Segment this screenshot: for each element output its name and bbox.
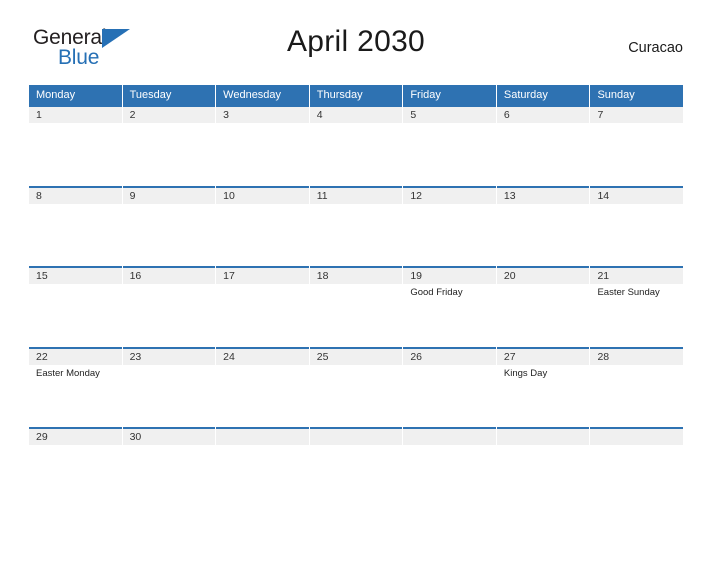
calendar-day-cell[interactable]: 2 [122,105,216,186]
page-header: General Blue April 2030 Curacao [29,22,683,78]
day-number: 29 [29,429,122,445]
day-event-list: Easter Sunday [590,284,683,299]
calendar-body: 1 2 3 4 5 6 7 8 9 10 11 12 13 14 15 16 17 18 19 Good Friday… [29,105,684,467]
day-number: 12 [403,187,496,204]
calendar-day-cell[interactable]: 4 [309,105,403,186]
calendar-day-cell[interactable]: 1 [29,105,122,186]
calendar-week-row: 8 9 10 11 12 13 14 [29,185,684,266]
day-number: 28 [590,348,684,365]
calendar-day-cell[interactable]: 21 Easter Sunday [590,266,684,347]
day-number: 21 [590,268,684,284]
calendar-day-cell[interactable]: 19 Good Friday [403,266,496,347]
page-title: April 2030 [286,25,426,58]
calendar-day-cell[interactable]: 11 [309,185,403,266]
day-number: 1 [29,107,122,123]
day-event-list: Kings Day [497,365,590,380]
calendar-day-cell[interactable]: 13 [496,185,590,266]
day-number: 6 [496,107,590,123]
day-number: 22 [29,348,122,365]
grid-bottom-edge [29,467,683,468]
day-number: 26 [403,348,496,365]
calendar-day-cell[interactable]: 16 [122,266,216,347]
calendar-day-cell[interactable]: 10 [216,185,309,266]
holiday-event: Kings Day [503,367,548,379]
day-number: 11 [309,187,403,204]
day-number [590,429,684,445]
calendar-day-cell[interactable]: 26 [403,346,496,427]
weekday-header-tuesday: Tuesday [122,85,216,105]
day-number: 24 [216,348,309,365]
calendar-day-cell[interactable]: 3 [216,105,309,186]
day-number: 13 [496,187,590,204]
calendar-day-cell[interactable]: 12 [403,185,496,266]
day-number: 10 [216,187,309,204]
calendar-day-cell[interactable]: 20 [496,266,590,347]
calendar-day-cell[interactable]: 9 [122,185,216,266]
weekday-header-row: Monday Tuesday Wednesday Thursday Friday Satu… [29,85,684,105]
holiday-event: Easter Sunday [597,287,660,298]
day-number: 4 [309,107,403,123]
day-number [216,429,309,445]
day-number: 30 [122,429,216,445]
calendar-day-cell[interactable]: 8 [29,185,122,266]
day-number: 5 [403,107,496,123]
weekday-header-thursday: Thursday [309,85,403,105]
calendar-week-row: 22 Easter Monday 23 24 25 26 27 Kings Day 28 [29,346,684,427]
day-number [403,429,496,445]
calendar-day-cell[interactable]: 15 [29,266,122,347]
day-number: 8 [29,187,122,204]
calendar-day-cell[interactable]: 6 [496,105,590,186]
calendar-day-cell[interactable]: 5 [403,105,496,186]
region-label: Curacao [628,40,683,56]
day-number: 3 [216,107,309,123]
calendar-day-cell[interactable]: 28 [590,346,684,427]
calendar-day-cell[interactable]: 18 [309,266,403,347]
day-number [496,429,590,445]
day-event-list: Easter Monday [29,365,122,380]
calendar-week-row: 1234567 [29,105,684,186]
calendar-week-row: 29 30 [29,427,684,467]
day-number: 2 [122,107,216,123]
day-number: 20 [496,268,590,284]
day-event-list: Good Friday [403,284,496,299]
weekday-header-wednesday: Wednesday [216,85,309,105]
day-number: 7 [590,107,684,123]
day-number: 14 [590,187,684,204]
calendar-day-cell-empty [496,427,590,467]
weekday-header-sunday: Sunday [590,85,684,105]
weekday-header-friday: Friday [403,85,496,105]
holiday-event: Easter Monday [36,367,100,379]
calendar-page: General Blue April 2030 Curacao Monday Tu… [0,22,712,572]
weekday-header-saturday: Saturday [496,85,590,105]
day-number: 23 [122,348,216,365]
calendar-day-cell-empty [403,427,496,467]
day-number [309,429,403,445]
day-number: 18 [309,268,403,284]
calendar-day-cell[interactable]: 27 Kings Day [496,346,590,427]
calendar-day-cell-empty [590,427,684,467]
weekday-header-monday: Monday [29,85,122,105]
day-number: 17 [216,268,309,284]
day-number: 16 [122,268,216,284]
calendar-day-cell[interactable]: 14 [590,185,684,266]
day-number: 25 [309,348,403,365]
calendar-week-row: 15 16 17 18 19 Good Friday 20 21 Easter Sunday [29,266,684,347]
calendar-day-cell[interactable]: 24 [216,346,309,427]
calendar-day-cell-empty [309,427,403,467]
calendar-day-cell-empty [216,427,309,467]
day-number: 9 [122,187,216,204]
calendar-day-cell[interactable]: 23 [122,346,216,427]
day-number: 15 [29,268,122,284]
calendar-day-cell[interactable]: 25 [309,346,403,427]
calendar-day-cell[interactable]: 7 [590,105,684,186]
calendar-day-cell[interactable]: 30 [122,427,216,467]
calendar-day-cell[interactable]: 17 [216,266,309,347]
day-number: 19 [403,268,496,284]
holiday-event: Good Friday [410,287,463,298]
calendar-day-cell[interactable]: 29 [29,427,122,467]
calendar-day-cell[interactable]: 22 Easter Monday [29,346,122,427]
calendar-grid: Monday Tuesday Wednesday Thursday Friday Satu… [29,85,684,468]
day-number: 27 [496,348,590,365]
